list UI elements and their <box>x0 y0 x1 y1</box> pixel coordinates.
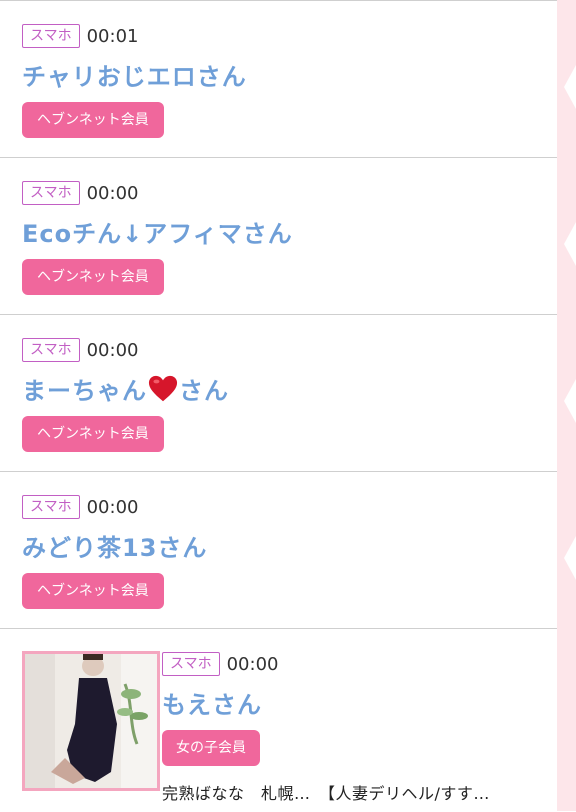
profile-photo-image <box>25 654 157 788</box>
access-time: 00:00 <box>86 496 139 518</box>
item-meta: スマホ 00:00 <box>22 180 557 206</box>
device-badge: スマホ <box>162 652 220 676</box>
visitor-name[interactable]: Ecoチん↓アフィマさん <box>22 214 557 249</box>
member-badge: ヘブンネット会員 <box>22 573 164 609</box>
visitor-name[interactable]: もえさん <box>162 685 542 720</box>
side-decoration-strip <box>557 0 576 811</box>
list-item[interactable]: スマホ 00:01 チャリおじエロさん ヘブンネット会員 <box>0 1 557 158</box>
access-history-list: スマホ 00:01 チャリおじエロさん ヘブンネット会員 スマホ 00:00 E… <box>0 0 557 812</box>
device-badge: スマホ <box>22 495 80 519</box>
visitor-name[interactable]: みどり茶13さん <box>22 528 557 563</box>
member-badge: ヘブンネット会員 <box>22 416 164 452</box>
device-badge: スマホ <box>22 338 80 362</box>
shop-name[interactable]: 完熟ばなな 札幌… 【人妻デリヘル/すす… <box>162 780 542 804</box>
item-meta: スマホ 00:00 <box>162 651 542 677</box>
member-badge: ヘブンネット会員 <box>22 102 164 138</box>
visitor-name[interactable]: まーちゃん さん <box>22 371 557 406</box>
heart-icon <box>148 375 178 402</box>
girl-member-badge: 女の子会員 <box>162 730 260 766</box>
visitor-name-part: まーちゃん <box>22 377 147 405</box>
access-time: 00:01 <box>86 25 139 47</box>
access-time: 00:00 <box>226 653 279 675</box>
device-badge: スマホ <box>22 24 80 48</box>
girl-entry-body: スマホ 00:00 もえさん 女の子会員 完熟ばなな 札幌… 【人妻デリヘル/す… <box>162 651 542 804</box>
list-item[interactable]: スマホ 00:00 Ecoチん↓アフィマさん ヘブンネット会員 <box>0 158 557 315</box>
access-time: 00:00 <box>86 182 139 204</box>
access-time: 00:00 <box>86 339 139 361</box>
item-meta: スマホ 00:01 <box>22 23 557 49</box>
item-meta: スマホ 00:00 <box>22 494 557 520</box>
list-item-girl[interactable]: スマホ 00:00 もえさん 女の子会員 完熟ばなな 札幌… 【人妻デリヘル/す… <box>0 629 557 809</box>
list-item[interactable]: スマホ 00:00 みどり茶13さん ヘブンネット会員 <box>0 472 557 629</box>
visitor-name-suffix: さん <box>179 377 229 405</box>
item-meta: スマホ 00:00 <box>22 337 557 363</box>
member-badge: ヘブンネット会員 <box>22 259 164 295</box>
list-item[interactable]: スマホ 00:00 まーちゃん さん ヘブンネット会員 <box>0 315 557 472</box>
device-badge: スマホ <box>22 181 80 205</box>
visitor-name[interactable]: チャリおじエロさん <box>22 57 557 92</box>
profile-photo[interactable] <box>22 651 160 791</box>
